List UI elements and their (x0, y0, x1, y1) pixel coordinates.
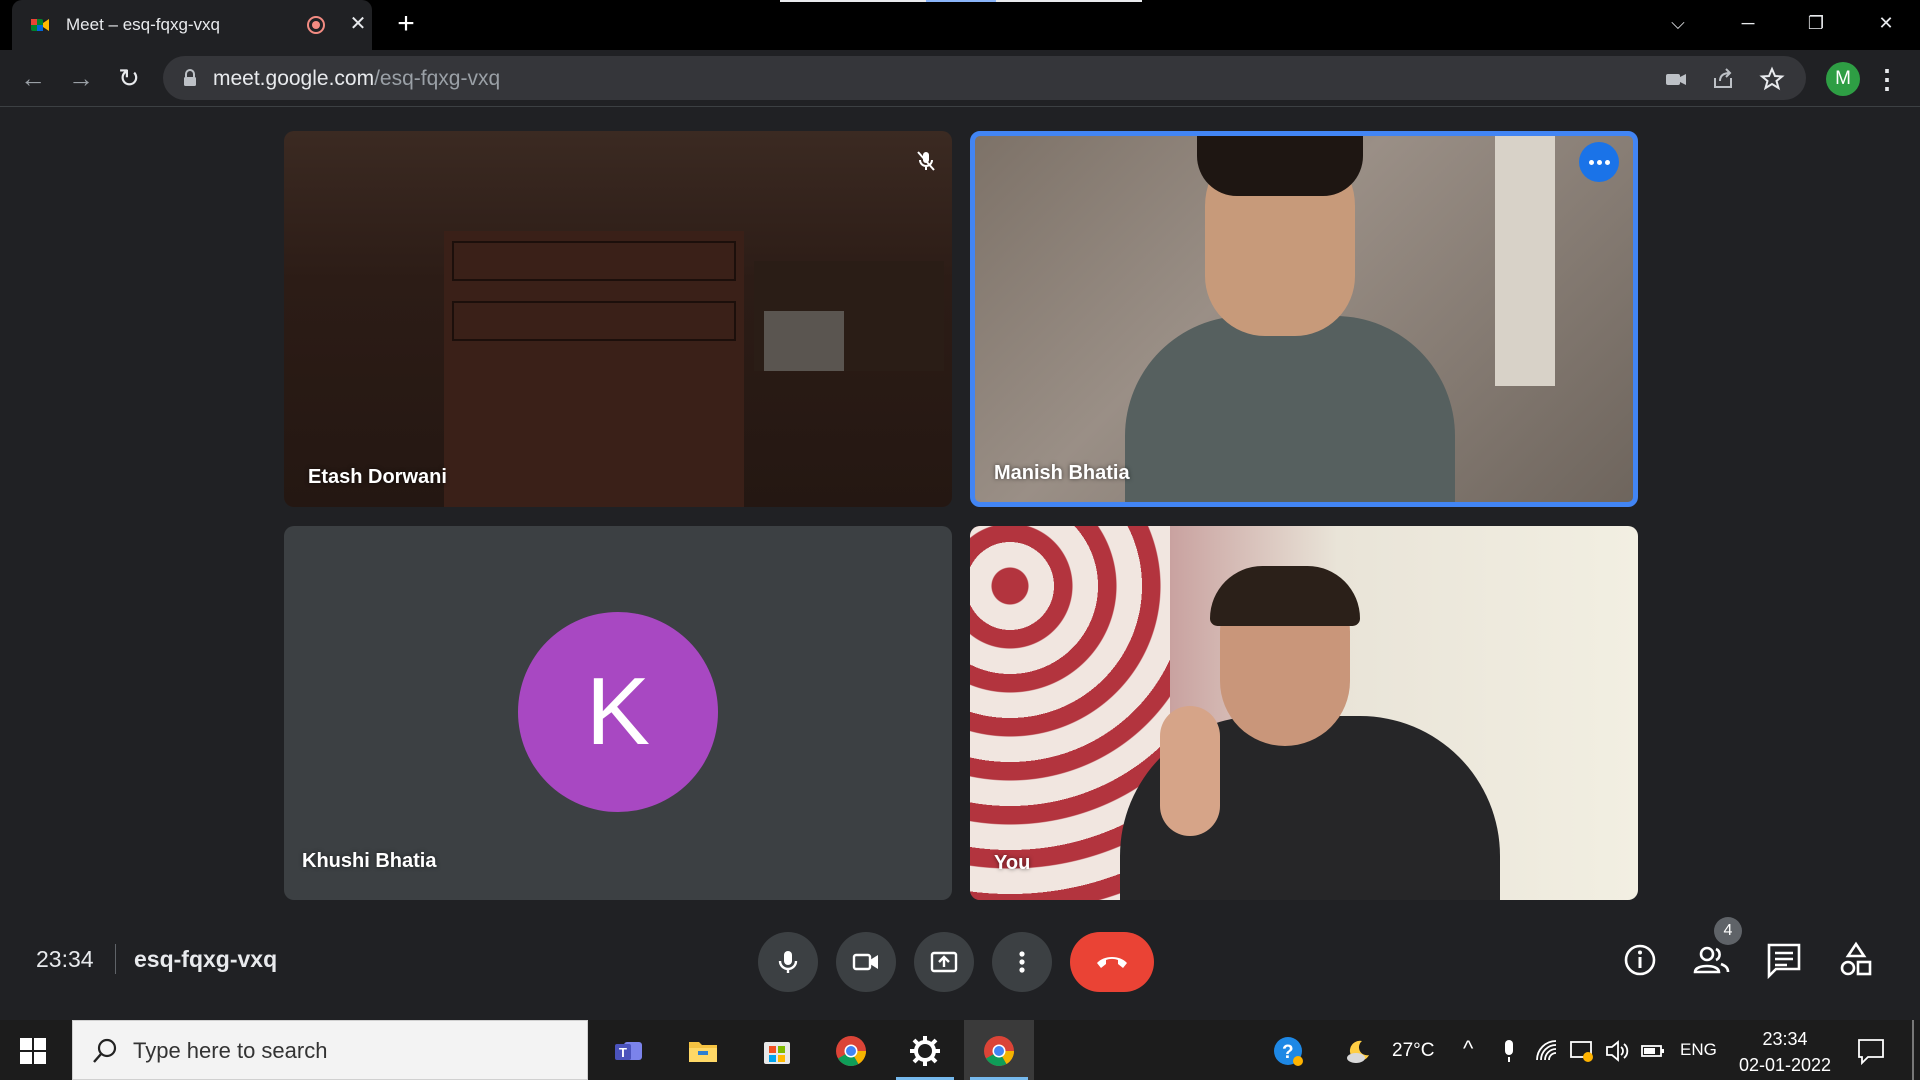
avatar: K (518, 612, 718, 812)
camera-in-use-icon[interactable] (1663, 66, 1689, 92)
participant-tile-etash[interactable]: Etash Dorwani (284, 131, 952, 507)
url-text: meet.google.com/esq-fqxg-vxq (213, 67, 501, 90)
tab-search-icon[interactable]: ⌵ (1658, 6, 1698, 40)
show-desktop-button[interactable] (1912, 1020, 1914, 1080)
participant-name: Khushi Bhatia (302, 850, 437, 872)
meet-stage: Etash Dorwani Manish Bhatia K Khushi Bha… (0, 108, 1920, 1020)
people-icon[interactable] (1692, 940, 1732, 980)
loading-bar-segment (926, 0, 996, 2)
file-explorer-app-button[interactable] (668, 1020, 738, 1080)
windows-start-icon[interactable] (20, 1038, 46, 1064)
address-bar[interactable]: meet.google.com/esq-fqxg-vxq (163, 56, 1806, 100)
meeting-clock: 23:34 (36, 946, 94, 972)
video-camera-icon (852, 953, 878, 971)
profile-avatar[interactable]: M (1826, 62, 1860, 96)
microphone-in-use-icon[interactable] (1496, 1038, 1522, 1064)
weather-temperature[interactable]: 27°C (1392, 1040, 1434, 1062)
self-view-tile: You (970, 526, 1638, 900)
microphone-icon (778, 951, 798, 973)
chrome-app-button[interactable] (816, 1020, 886, 1080)
restore-window-button[interactable]: ❐ (1796, 6, 1836, 40)
participant-name: Etash Dorwani (308, 466, 447, 488)
minimize-window-button[interactable]: ─ (1728, 6, 1768, 40)
weather-moon-icon[interactable] (1346, 1038, 1372, 1064)
chevron-up-icon[interactable]: ^ (1463, 1036, 1473, 1062)
language-indicator[interactable]: ENG (1680, 1040, 1717, 1060)
lock-icon (184, 69, 196, 86)
taskbar-time: 23:34 (1762, 1029, 1808, 1049)
volume-icon[interactable] (1604, 1038, 1630, 1064)
loading-bar-segment (780, 0, 926, 2)
windows-taskbar: Type here to search T ? 27°C ^ ENG 23:34… (0, 1020, 1920, 1080)
muted-mic-icon (917, 151, 935, 171)
folder-icon (689, 1042, 717, 1062)
browser-menu-icon[interactable]: ⋮ (1872, 62, 1902, 96)
google-meet-icon (31, 19, 49, 31)
close-window-button[interactable]: ✕ (1866, 6, 1906, 40)
chrome-active-app-button[interactable] (964, 1020, 1034, 1080)
back-button[interactable]: ← (16, 62, 50, 96)
video-feed (452, 301, 736, 341)
microphone-toggle-button[interactable] (758, 932, 818, 992)
bookmark-star-icon[interactable] (1759, 66, 1785, 92)
search-placeholder: Type here to search (133, 1038, 328, 1063)
activities-icon[interactable] (1836, 940, 1876, 980)
svg-text:T: T (619, 1045, 627, 1060)
participant-count-badge: 4 (1714, 917, 1742, 945)
present-screen-button[interactable] (914, 932, 974, 992)
hang-up-phone-icon (1097, 957, 1127, 968)
loading-bar-segment (996, 0, 1142, 2)
taskbar-clock[interactable]: 23:34 02-01-2022 (1730, 1026, 1840, 1078)
recording-indicator-icon (307, 16, 325, 34)
microsoft-store-icon (764, 1042, 790, 1064)
close-tab-icon[interactable]: ✕ (346, 12, 370, 36)
teams-icon: T (615, 1042, 642, 1060)
video-feed (1495, 136, 1555, 386)
notification-center-icon[interactable] (1856, 1036, 1886, 1066)
store-app-button[interactable] (742, 1020, 812, 1080)
video-feed (1125, 316, 1455, 502)
search-icon (93, 1038, 117, 1063)
settings-app-button[interactable] (890, 1020, 960, 1080)
battery-icon[interactable] (1640, 1038, 1666, 1064)
tab-title: Meet – esq-fqxg-vxq (66, 15, 221, 34)
present-icon (930, 951, 958, 973)
forward-button[interactable]: → (64, 62, 98, 96)
svg-text:?: ? (1282, 1042, 1294, 1063)
participant-tile-khushi[interactable]: K Khushi Bhatia (284, 526, 952, 900)
meeting-code: esq-fqxg-vxq (134, 946, 278, 972)
more-options-button[interactable] (1579, 142, 1619, 182)
chrome-icon (984, 1036, 1014, 1067)
camera-toggle-button[interactable] (836, 932, 896, 992)
video-feed (1197, 136, 1363, 196)
taskbar-date: 02-01-2022 (1738, 1055, 1832, 1075)
reload-button[interactable]: ↻ (112, 62, 146, 96)
browser-tab-strip: Meet – esq-fqxg-vxq ✕ + ⌵ ─ ❐ ✕ (0, 0, 1920, 50)
gear-icon (910, 1036, 940, 1066)
video-feed (1210, 566, 1360, 626)
network-warning-icon[interactable] (1568, 1038, 1594, 1064)
share-icon[interactable] (1711, 66, 1737, 92)
divider (115, 944, 116, 974)
vertical-dots-icon (1019, 951, 1025, 973)
video-feed (452, 241, 736, 281)
chrome-icon (836, 1036, 866, 1067)
participant-name: Manish Bhatia (994, 462, 1130, 484)
video-feed (1160, 706, 1220, 836)
teams-app-button[interactable]: T (594, 1020, 664, 1080)
taskbar-search-input[interactable]: Type here to search (72, 1020, 588, 1080)
meeting-details-info-icon[interactable] (1620, 940, 1660, 980)
tab-meet[interactable]: Meet – esq-fqxg-vxq ✕ (12, 0, 372, 50)
participant-tile-manish[interactable]: Manish Bhatia (970, 131, 1638, 507)
wifi-icon[interactable] (1534, 1038, 1560, 1064)
video-feed (764, 311, 844, 371)
browser-toolbar: ← → ↻ meet.google.com/esq-fqxg-vxq M ⋮ (0, 50, 1920, 107)
more-options-button[interactable] (992, 932, 1052, 992)
chat-icon[interactable] (1764, 940, 1804, 980)
participant-name: You (994, 852, 1031, 874)
leave-call-button[interactable] (1070, 932, 1154, 992)
help-icon[interactable]: ? (1272, 1035, 1304, 1067)
new-tab-button[interactable]: + (392, 9, 420, 39)
